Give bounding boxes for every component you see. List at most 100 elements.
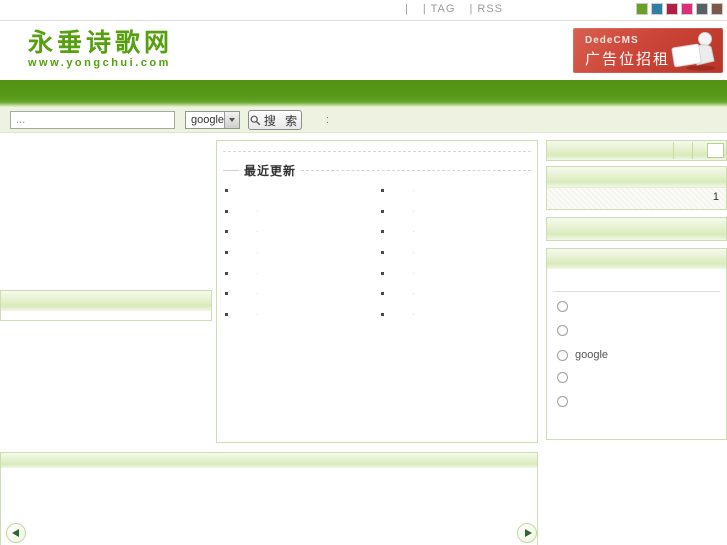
poll-header	[547, 249, 726, 269]
bullet-icon	[225, 250, 228, 254]
search-button-label: 搜 索	[263, 113, 301, 128]
carousel-next-button[interactable]	[517, 523, 537, 543]
list-item[interactable]: ·	[381, 283, 415, 304]
list-item-text: ·	[256, 289, 259, 299]
search-suffix-text: :	[326, 114, 330, 126]
list-item[interactable]: ·	[381, 263, 415, 284]
main-nav-bar[interactable]	[0, 80, 727, 107]
left-panel	[0, 290, 212, 321]
list-item-text: ·	[412, 227, 415, 237]
search-strip: google 搜 索 :	[0, 107, 727, 133]
list-item[interactable]: ·	[225, 263, 259, 284]
list-item-text: ·	[256, 247, 259, 257]
theme-swatch-pink[interactable]	[681, 3, 693, 15]
list-item-text: ·	[412, 309, 415, 319]
divider	[223, 170, 239, 171]
theme-swatch-blue[interactable]	[651, 3, 663, 15]
sidebar-section-bar	[546, 217, 727, 241]
site-header: 永垂诗歌网 www.yongchui.com DedeCMS 广告位招租	[0, 22, 727, 79]
bullet-icon	[225, 271, 228, 275]
bullet-icon	[225, 312, 228, 316]
list-item-text: ·	[256, 227, 259, 237]
sidebar-login-bar	[546, 140, 727, 161]
sidebar-stats-header	[547, 167, 726, 188]
topbar-link-rss[interactable]: | RSS	[469, 3, 503, 15]
list-item[interactable]: ·	[225, 304, 259, 325]
bullet-icon	[381, 250, 384, 254]
list-item-text: ·	[256, 268, 259, 278]
list-item[interactable]: ·	[381, 221, 415, 242]
bullet-icon	[381, 230, 384, 234]
sidebar-mini-input[interactable]	[707, 143, 724, 158]
divider	[301, 170, 531, 171]
triangle-left-icon	[12, 529, 19, 537]
list-item-text: ·	[256, 309, 259, 319]
list-item[interactable]: ·	[381, 180, 415, 201]
site-logo[interactable]: 永垂诗歌网 www.yongchui.com	[28, 30, 173, 69]
topbar-link-tag[interactable]: | TAG	[423, 3, 456, 15]
theme-swatch-crimson[interactable]	[666, 3, 678, 15]
bullet-icon	[381, 271, 384, 275]
bullet-icon	[381, 292, 384, 296]
list-item[interactable]	[225, 180, 259, 201]
list-item-text: ·	[412, 185, 415, 195]
list-item[interactable]: ·	[381, 304, 415, 325]
left-panel-row	[1, 311, 211, 320]
bullet-icon	[381, 209, 384, 213]
list-item[interactable]: ·	[381, 242, 415, 263]
recent-updates-list-right: · · · · · · ·	[381, 180, 415, 325]
poll-option-2[interactable]	[557, 325, 575, 336]
poll-option-4[interactable]	[557, 372, 575, 383]
bullet-icon	[225, 292, 228, 296]
poll-option-label: google	[575, 349, 609, 361]
radio-icon[interactable]	[557, 396, 568, 407]
left-panel-header	[1, 291, 211, 311]
list-item[interactable]: ·	[225, 221, 259, 242]
search-engine-select[interactable]: google	[185, 111, 240, 129]
theme-swatch-brown[interactable]	[711, 3, 723, 15]
ad-banner-brand: DedeCMS	[585, 35, 639, 46]
search-button[interactable]: 搜 索	[248, 110, 302, 130]
sidebar-stats-panel: 1	[546, 166, 727, 210]
poll-option-1[interactable]	[557, 301, 575, 312]
bullet-icon	[381, 188, 384, 192]
stats-count: 1	[712, 191, 719, 203]
top-bar: | | TAG | RSS	[0, 0, 727, 21]
list-item[interactable]: ·	[381, 201, 415, 222]
recent-updates-list-left: · · · · · ·	[225, 180, 259, 325]
chevron-down-icon[interactable]	[224, 112, 239, 128]
site-logo-title: 永垂诗歌网	[28, 29, 174, 57]
list-item[interactable]: ·	[225, 201, 259, 222]
topbar-link-home[interactable]: |	[405, 3, 409, 15]
divider	[223, 151, 531, 152]
list-item[interactable]: ·	[225, 242, 259, 263]
ad-banner-text: 广告位招租	[585, 51, 671, 68]
radio-icon[interactable]	[557, 325, 568, 336]
list-item-text: ·	[412, 268, 415, 278]
search-engine-selected: google	[191, 114, 225, 126]
radio-icon[interactable]	[557, 301, 568, 312]
sidebar-poll-panel: google	[546, 248, 727, 440]
theme-swatch-green[interactable]	[636, 3, 648, 15]
recent-updates-panel: 最近更新 · · · · · · · · · · · · ·	[216, 140, 538, 443]
poll-option-5[interactable]	[557, 396, 575, 407]
topbar-links: | | TAG | RSS	[395, 3, 503, 15]
divider	[692, 142, 693, 159]
sidebar-stats-content: 1	[547, 188, 726, 209]
search-input[interactable]	[10, 111, 175, 129]
carousel-prev-button[interactable]	[6, 523, 26, 543]
theme-color-palette	[633, 3, 723, 15]
divider	[673, 142, 674, 159]
bullet-icon	[381, 312, 384, 316]
theme-swatch-gray[interactable]	[696, 3, 708, 15]
radio-icon[interactable]	[557, 349, 568, 361]
divider	[553, 291, 720, 292]
bullet-icon	[225, 209, 228, 213]
radio-icon[interactable]	[557, 372, 568, 383]
mascot-figure-icon	[671, 32, 716, 71]
poll-option-3[interactable]: google	[557, 349, 608, 361]
list-item-text: ·	[412, 206, 415, 216]
list-item[interactable]: ·	[225, 283, 259, 304]
ad-banner[interactable]: DedeCMS 广告位招租	[573, 28, 723, 73]
list-item-text: ·	[412, 289, 415, 299]
